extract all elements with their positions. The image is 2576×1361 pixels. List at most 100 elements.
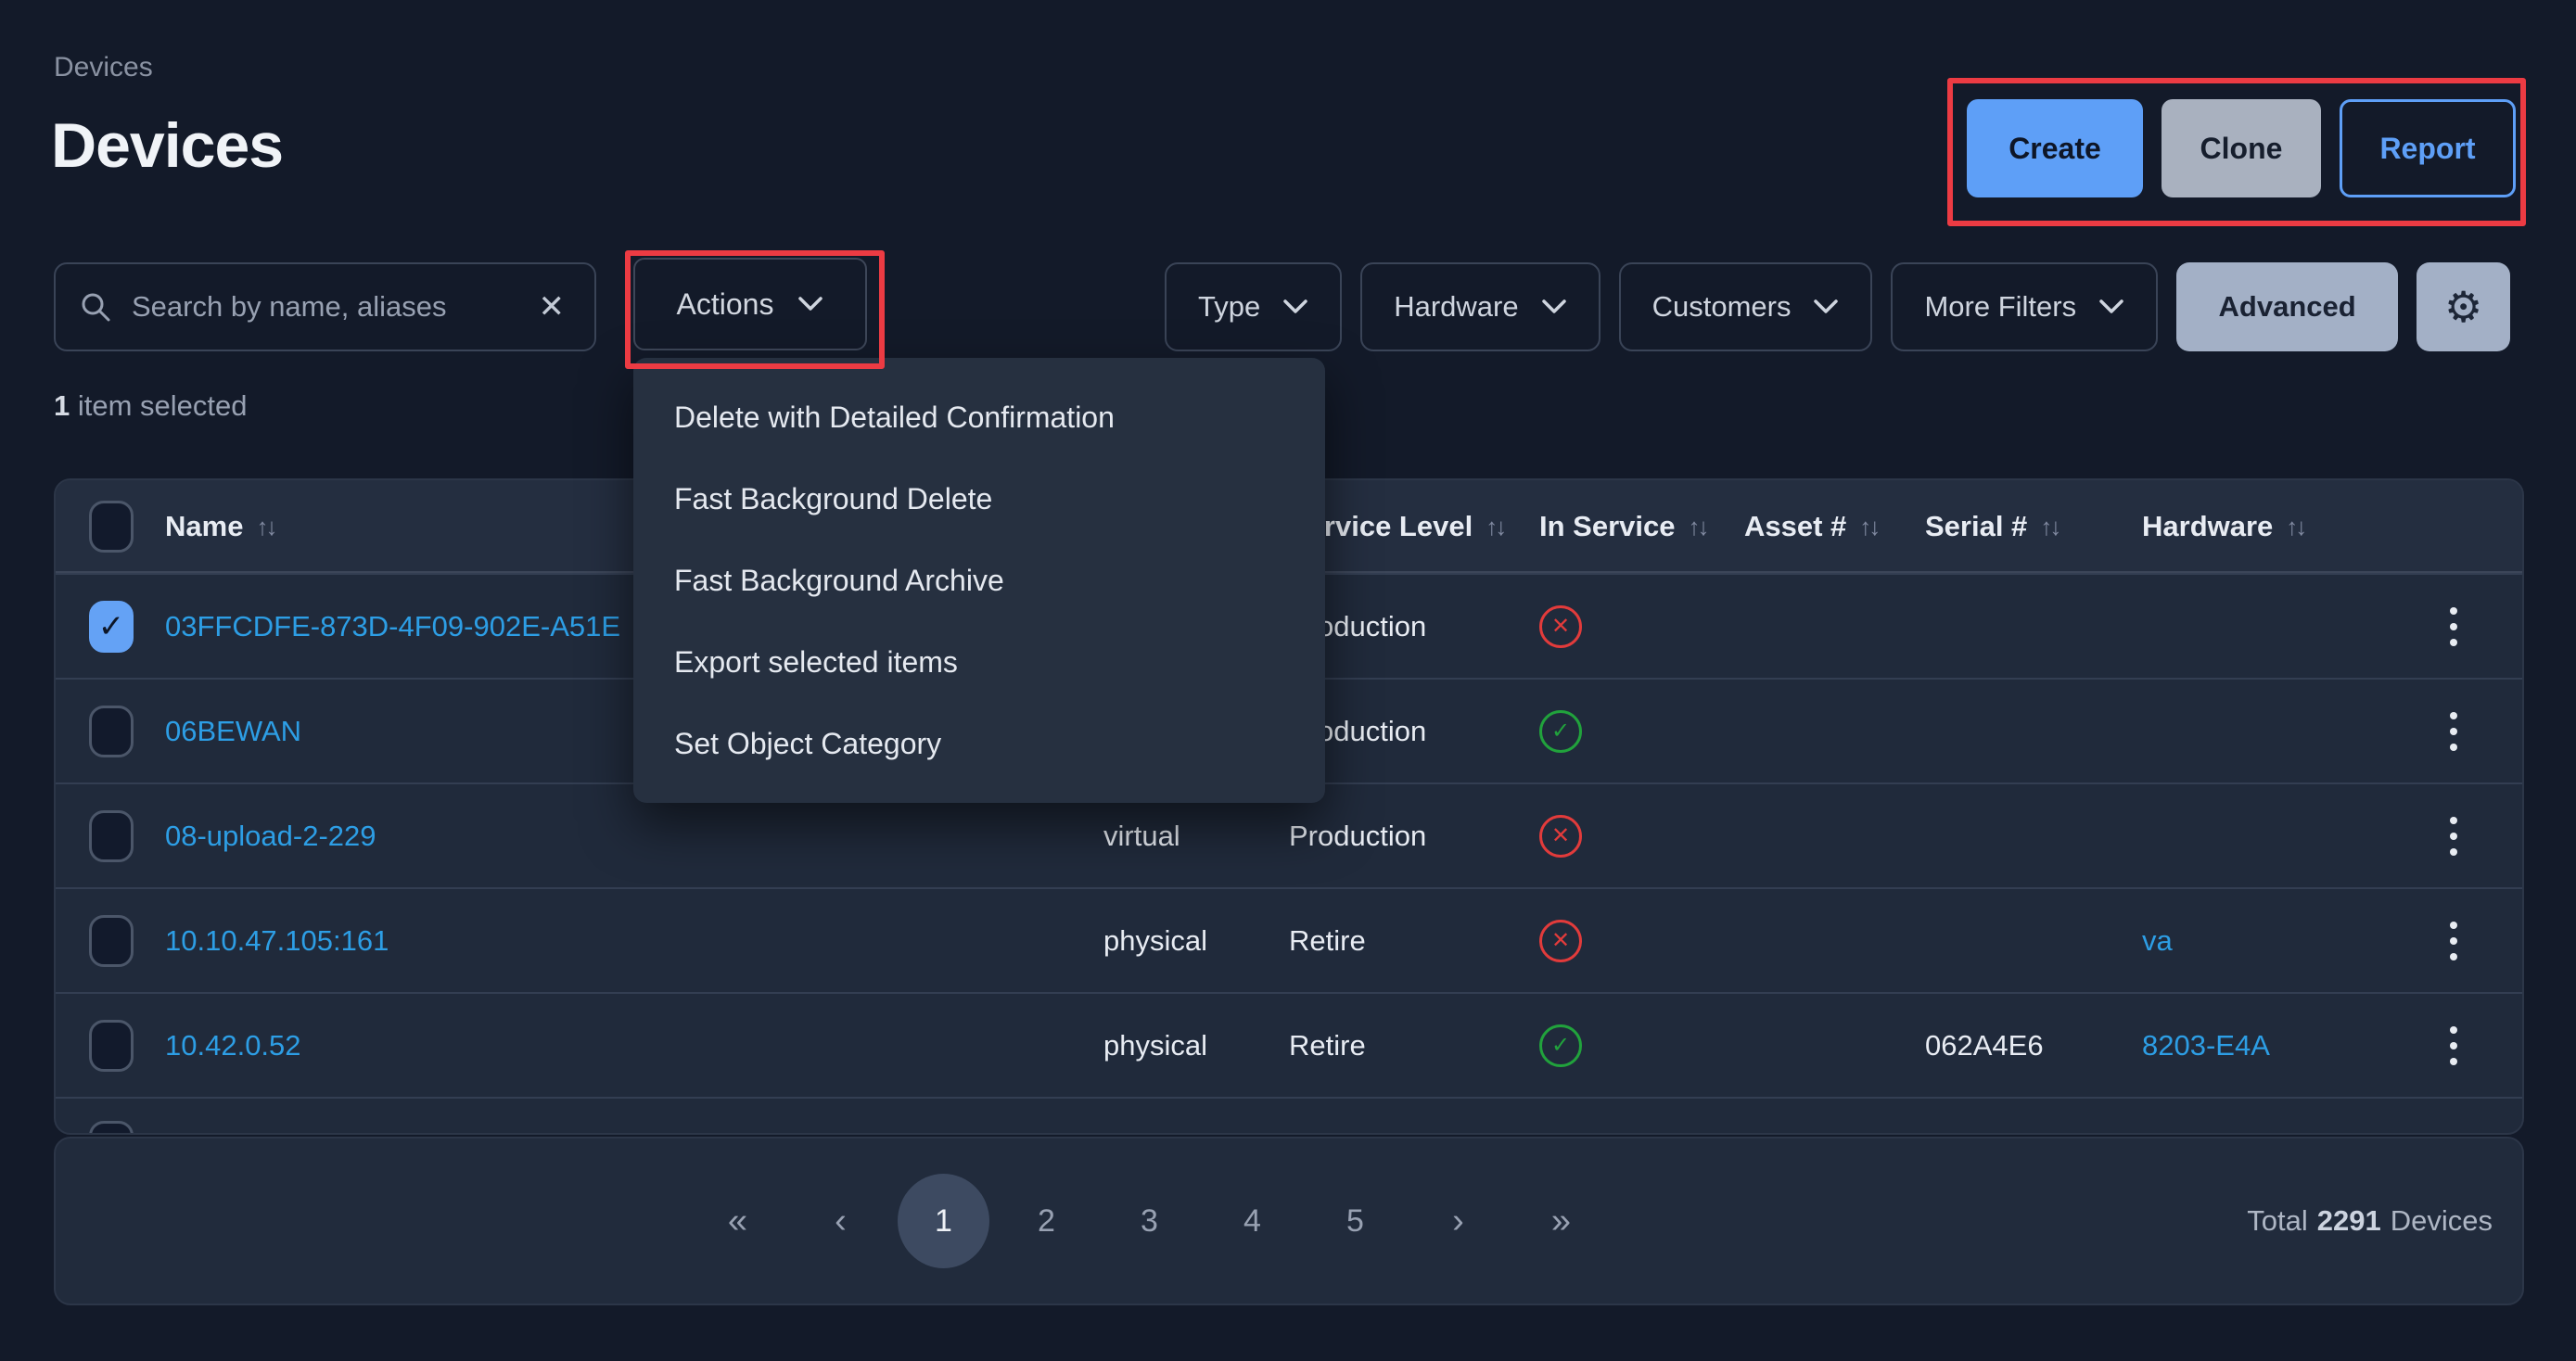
row-checkbox[interactable] [89, 706, 134, 757]
filter-button-more-filters[interactable]: More Filters [1891, 262, 2158, 351]
sort-icon: ↑↓ [1688, 513, 1706, 541]
row-checkbox[interactable] [89, 1020, 134, 1072]
row-checkbox[interactable] [89, 1121, 134, 1135]
row-select-cell: ✓ [89, 575, 134, 678]
in-service-check-icon: ✓ [1539, 710, 1582, 753]
search-icon [80, 291, 111, 323]
row-select-cell [89, 680, 134, 782]
row-select-cell [89, 784, 134, 887]
pagination-page-3[interactable]: 3 [1098, 1170, 1201, 1272]
in-service-cross-icon: ✕ [1539, 815, 1582, 858]
type-cell: physical [1103, 994, 1207, 1097]
in-service-check-icon: ✓ [1539, 1024, 1582, 1067]
column-label: Name [165, 510, 243, 543]
table-row-partial [56, 1097, 2522, 1135]
column-header-asset[interactable]: Asset # ↑↓ [1744, 480, 1878, 573]
menu-item-export-selected-items[interactable]: Export selected items [633, 621, 1325, 703]
filter-button-type[interactable]: Type [1165, 262, 1342, 351]
column-label: Asset # [1744, 510, 1846, 543]
name-cell: 06BEWAN [165, 680, 301, 782]
filter-label: Type [1198, 290, 1260, 324]
advanced-button[interactable]: Advanced [2176, 262, 2398, 351]
selection-count: 1 [54, 389, 70, 422]
device-name-link[interactable]: 10.42.0.52 [165, 1029, 301, 1062]
devices-page: { "colors": { "page_background": "#131a2… [0, 0, 2576, 1361]
selection-text: item selected [70, 389, 247, 422]
in-service-cell: ✕ [1539, 784, 1582, 887]
report-button[interactable]: Report [2340, 99, 2516, 197]
select-all-checkbox[interactable] [89, 501, 134, 553]
name-cell: 08-upload-2-229 [165, 784, 376, 887]
service-level-cell-value: Retire [1289, 1029, 1366, 1062]
search-input[interactable] [130, 289, 515, 324]
active-page-circle: 1 [898, 1174, 989, 1268]
total-count: Total 2291 Devices [2247, 1138, 2493, 1304]
row-checkbox[interactable]: ✓ [89, 601, 134, 653]
column-label: In Service [1539, 510, 1675, 543]
kebab-menu-icon[interactable] [2441, 1017, 2467, 1075]
settings-button[interactable]: ⚙ [2417, 262, 2510, 351]
menu-item-fast-background-archive[interactable]: Fast Background Archive [633, 540, 1325, 621]
column-label: Hardware [2142, 510, 2273, 543]
pagination-first[interactable]: « [686, 1170, 789, 1272]
clone-button[interactable]: Clone [2162, 99, 2321, 197]
hardware-link[interactable]: va [2142, 924, 2173, 958]
top-action-buttons: Create Clone Report [1967, 99, 2516, 197]
row-select-cell [89, 994, 134, 1097]
hardware-cell: va [2142, 889, 2173, 992]
column-header-in_service[interactable]: In Service ↑↓ [1539, 480, 1706, 573]
row-actions-cell [2441, 784, 2467, 887]
service-level-cell: Retire [1289, 889, 1366, 992]
type-cell-value: physical [1103, 924, 1207, 958]
row-actions-cell [2441, 889, 2467, 992]
menu-item-fast-background-delete[interactable]: Fast Background Delete [633, 458, 1325, 540]
column-label: Serial # [1925, 510, 2027, 543]
hardware-cell: 8203-E4A [2142, 994, 2270, 1097]
pagination-page-5[interactable]: 5 [1304, 1170, 1407, 1272]
name-cell: 10.10.47.105:161 [165, 889, 389, 992]
hardware-link[interactable]: 8203-E4A [2142, 1029, 2270, 1062]
clear-search-icon[interactable]: ✕ [533, 290, 571, 324]
chevron-down-icon [1541, 299, 1567, 315]
filter-label: More Filters [1924, 290, 2076, 324]
service-level-cell-value: Production [1289, 820, 1426, 853]
in-service-cell: ✕ [1539, 889, 1582, 992]
chevron-down-icon [797, 296, 823, 312]
sort-icon: ↑↓ [2286, 513, 2304, 541]
kebab-menu-icon[interactable] [2441, 912, 2467, 970]
filter-button-hardware[interactable]: Hardware [1360, 262, 1600, 351]
column-header-name[interactable]: Name↑↓ [165, 480, 274, 573]
row-checkbox[interactable] [89, 915, 134, 967]
device-name-link[interactable]: 08-upload-2-229 [165, 820, 376, 853]
search-box: ✕ [54, 262, 596, 351]
kebab-menu-icon[interactable] [2441, 808, 2467, 865]
column-header-hardware[interactable]: Hardware ↑↓ [2142, 480, 2304, 573]
device-name-link[interactable]: 10.10.47.105:161 [165, 924, 389, 958]
menu-item-set-object-category[interactable]: Set Object Category [633, 703, 1325, 784]
actions-dropdown-button[interactable]: Actions [633, 258, 867, 350]
breadcrumb[interactable]: Devices [54, 52, 153, 83]
table-row: 10.42.0.52 physical Retire ✓ 062A4E6 8203-E4A [56, 992, 2522, 1097]
pagination-last[interactable]: » [1510, 1170, 1613, 1272]
chevron-down-icon [2098, 299, 2124, 315]
device-name-link[interactable]: 06BEWAN [165, 715, 301, 748]
create-button[interactable]: Create [1967, 99, 2143, 197]
pagination-page-1[interactable]: 1 [892, 1170, 995, 1272]
pagination-next[interactable]: › [1407, 1170, 1510, 1272]
row-checkbox[interactable] [89, 810, 134, 862]
kebab-menu-icon[interactable] [2441, 703, 2467, 760]
menu-item-delete-with-detailed-confirmation[interactable]: Delete with Detailed Confirmation [633, 376, 1325, 458]
total-prefix: Total [2247, 1204, 2307, 1238]
pagination-page-2[interactable]: 2 [995, 1170, 1098, 1272]
column-header-serial[interactable]: Serial #↑↓ [1925, 480, 2059, 573]
kebab-menu-icon[interactable] [2441, 598, 2467, 655]
device-name-link[interactable]: 03FFCDFE-873D-4F09-902E-A51E [165, 610, 620, 643]
selection-summary: 1 item selected [54, 389, 248, 423]
gear-icon: ⚙ [2444, 282, 2482, 332]
service-level-cell-value: Retire [1289, 924, 1366, 958]
pagination-prev[interactable]: ‹ [789, 1170, 892, 1272]
filter-button-customers[interactable]: Customers [1619, 262, 1873, 351]
sort-icon: ↑↓ [1859, 513, 1878, 541]
pagination-page-4[interactable]: 4 [1201, 1170, 1304, 1272]
serial-cell: 062A4E6 [1925, 994, 2044, 1097]
